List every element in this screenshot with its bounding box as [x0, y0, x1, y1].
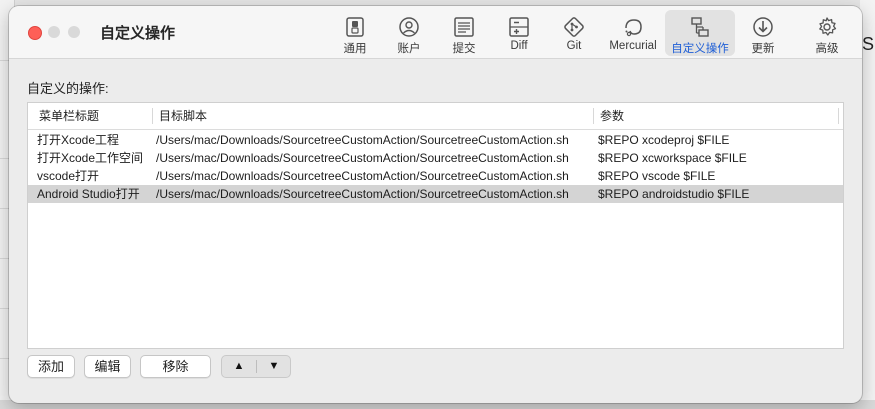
preferences-window: 自定义操作 通用 账户 提交 Diff Git Mercurial 自定义操作 … [9, 6, 862, 403]
move-down-button[interactable]: ▼ [257, 356, 291, 377]
tab-updates[interactable]: 更新 [735, 10, 791, 56]
tab-mercurial[interactable]: Mercurial [605, 10, 661, 56]
tab-accounts[interactable]: 账户 [381, 10, 437, 56]
cell-script: /Users/mac/Downloads/SourcetreeCustomAct… [156, 133, 569, 147]
tab-label: Diff [510, 40, 528, 52]
tab-label: Git [566, 40, 582, 52]
cell-script: /Users/mac/Downloads/SourcetreeCustomAct… [156, 169, 569, 183]
table-row[interactable]: 打开Xcode工程 /Users/mac/Downloads/Sourcetre… [28, 131, 843, 149]
cell-params: $REPO androidstudio $FILE [598, 187, 750, 201]
remove-button[interactable]: 移除 [140, 355, 211, 378]
table-row-selected[interactable]: Android Studio打开 /Users/mac/Downloads/So… [28, 185, 843, 203]
cell-script: /Users/mac/Downloads/SourcetreeCustomAct… [156, 151, 569, 165]
table-header: 菜单栏标题 目标脚本 参数 [28, 103, 843, 130]
tab-label: 提交 [452, 43, 476, 55]
update-icon [753, 17, 773, 37]
add-button[interactable]: 添加 [27, 355, 75, 378]
switch-icon [346, 17, 364, 37]
tab-custom-actions[interactable]: 自定义操作 [665, 10, 735, 56]
cell-menu-title: 打开Xcode工程 [37, 133, 120, 147]
background-letter: S [862, 34, 875, 54]
cell-menu-title: vscode打开 [37, 169, 100, 183]
minimize-window-button[interactable] [48, 26, 60, 38]
section-label: 自定义的操作: [27, 81, 109, 96]
reorder-segmented-control: ▲ ▼ [221, 355, 291, 378]
tab-label: 高级 [815, 43, 839, 55]
column-header-menu-title[interactable]: 菜单栏标题 [39, 103, 99, 129]
cell-params: $REPO vscode $FILE [598, 169, 716, 183]
tab-commit[interactable]: 提交 [436, 10, 492, 56]
tab-label: 更新 [751, 43, 775, 55]
custom-actions-icon [691, 17, 709, 37]
mercurial-icon [625, 19, 642, 37]
background-window-right [860, 0, 875, 409]
commit-document-icon [454, 17, 474, 37]
table-row[interactable]: 打开Xcode工作空间 /Users/mac/Downloads/Sourcet… [28, 149, 843, 167]
tab-label: 通用 [343, 43, 367, 55]
account-icon [399, 17, 419, 37]
column-header-script[interactable]: 目标脚本 [159, 103, 207, 129]
tab-label: 账户 [397, 43, 421, 55]
tab-advanced[interactable]: 高级 [799, 10, 855, 56]
cell-menu-title: Android Studio打开 [37, 187, 140, 201]
table-row[interactable]: vscode打开 /Users/mac/Downloads/Sourcetree… [28, 167, 843, 185]
diff-icon [509, 17, 529, 37]
tab-diff[interactable]: Diff [491, 10, 547, 56]
git-icon [564, 17, 584, 37]
custom-actions-table[interactable]: 菜单栏标题 目标脚本 参数 打开Xcode工程 /Users/mac/Downl… [27, 102, 844, 349]
column-header-params[interactable]: 参数 [600, 103, 624, 129]
close-window-button[interactable] [28, 26, 42, 40]
column-divider[interactable] [593, 108, 594, 124]
edit-button[interactable]: 编辑 [84, 355, 131, 378]
column-divider[interactable] [838, 108, 839, 124]
tab-git[interactable]: Git [546, 10, 602, 56]
tab-general[interactable]: 通用 [327, 10, 383, 56]
window-title: 自定义操作 [100, 25, 176, 42]
cell-params: $REPO xcodeproj $FILE [598, 133, 730, 147]
move-up-button[interactable]: ▲ [222, 356, 256, 377]
preferences-toolbar: 自定义操作 通用 账户 提交 Diff Git Mercurial 自定义操作 … [9, 6, 862, 59]
gear-icon [819, 17, 837, 36]
cell-script: /Users/mac/Downloads/SourcetreeCustomAct… [156, 187, 569, 201]
tab-label: 自定义操作 [671, 43, 729, 55]
cell-params: $REPO xcworkspace $FILE [598, 151, 747, 165]
tab-label: Mercurial [609, 40, 657, 52]
zoom-window-button[interactable] [68, 26, 80, 38]
cell-menu-title: 打开Xcode工作空间 [37, 151, 144, 165]
column-divider[interactable] [152, 108, 153, 124]
